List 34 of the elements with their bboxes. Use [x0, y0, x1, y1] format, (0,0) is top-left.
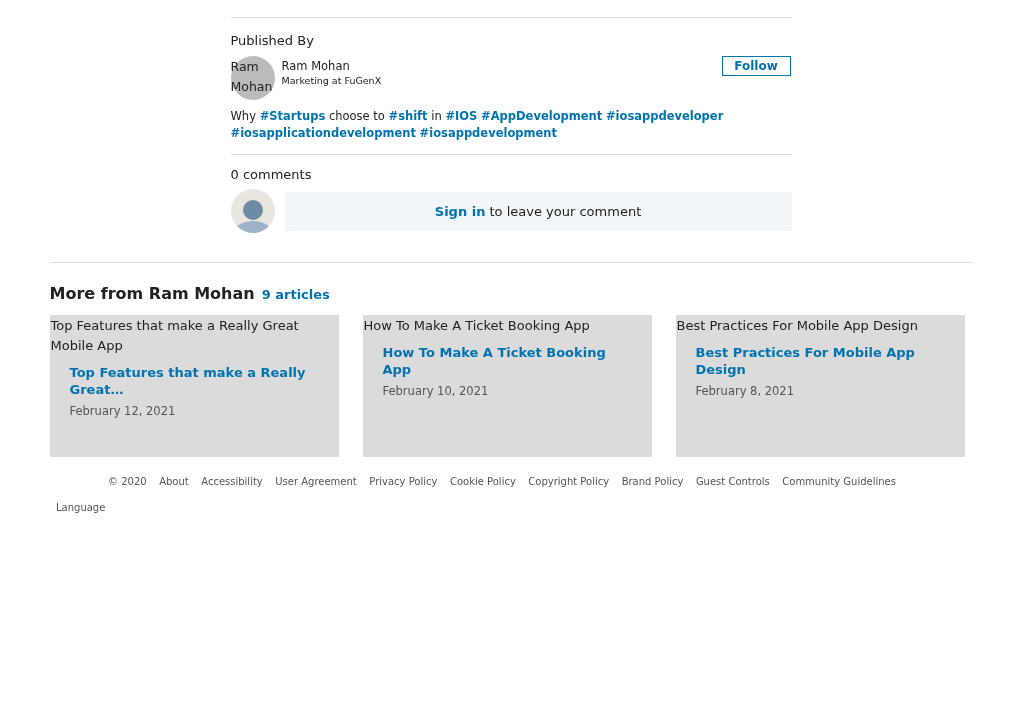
image-alt-text: How To Make A Ticket Booking App: [362, 317, 591, 335]
article-card[interactable]: Best Practices For Mobile App Design Best Practices For Mobile App Design February 8, 2021: [675, 315, 965, 457]
footer-link[interactable]: © 2020: [108, 476, 147, 487]
sign-in-prompt[interactable]: Sign in to leave your comment: [434, 203, 642, 219]
article-date: February 10, 2021: [382, 384, 490, 398]
footer-link[interactable]: Community Guidelines: [782, 476, 896, 487]
article-card[interactable]: How To Make A Ticket Booking App How To Make A Ticket Booking App February 10, 2021: [362, 315, 652, 457]
section-title: More from Ram Mohan: [49, 284, 255, 303]
article-card[interactable]: Top Features that make a Really Great Mobile App Top Features that make a Really Great… February 12, 2021: [49, 315, 339, 457]
footer-link[interactable]: User Agreement: [275, 476, 357, 487]
article-title[interactable]: How To Make A Ticket Booking App: [382, 344, 632, 378]
footer-link[interactable]: Copyright Policy: [528, 476, 610, 487]
section-heading: Published By: [230, 33, 315, 48]
image-alt-text: Best Practices For Mobile App Design: [675, 317, 919, 335]
author-headline: Marketing at FuGenX: [281, 75, 383, 86]
post-text: Why #Startups choose to #shift in #IOS #AppDevelopment #iosappdeveloper #iosapplicationdevelopment #iosappdevelopment: [230, 108, 725, 142]
footer-link[interactable]: Cookie Policy: [449, 476, 516, 487]
follow-button[interactable]: Follow: [721, 56, 791, 76]
article-title[interactable]: Best Practices For Mobile App Design: [695, 344, 945, 378]
author-name[interactable]: Ram Mohan: [281, 59, 715, 73]
footer-link[interactable]: About: [159, 476, 189, 487]
footer-link[interactable]: Brand Policy: [621, 476, 684, 487]
language-selector[interactable]: Language: [56, 502, 1024, 513]
comment-count: 0 comments: [230, 167, 313, 182]
footer-link[interactable]: Accessibility: [201, 476, 263, 487]
articles-link[interactable]: 9 articles: [261, 287, 330, 302]
image-alt-text: Ram Mohan: [230, 58, 274, 96]
footer-link[interactable]: Guest Controls: [695, 476, 770, 487]
footer-link[interactable]: Privacy Policy: [369, 476, 438, 487]
user-silhouette-icon: [230, 189, 275, 233]
article-date: February 12, 2021: [69, 404, 177, 418]
image-alt-text: Top Features that make a Really Great Mobile App: [49, 317, 300, 355]
article-date: February 8, 2021: [695, 384, 795, 398]
article-title[interactable]: Top Features that make a Really Great…: [69, 364, 319, 398]
